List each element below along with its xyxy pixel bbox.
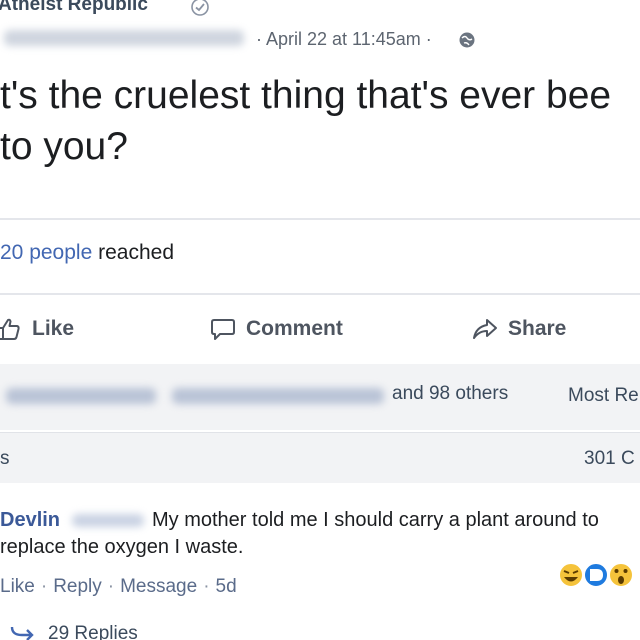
view-replies[interactable]: 29 Replies <box>0 622 138 640</box>
sort-dropdown[interactable]: Most Re <box>568 385 639 407</box>
blurred-surname <box>72 514 144 527</box>
reach-count: 20 people <box>0 241 93 264</box>
comment-author[interactable]: Devlin <box>0 509 60 532</box>
reach-label: reached <box>98 241 174 264</box>
comment-text: My mother told me I should carry a plant… <box>152 509 599 531</box>
comment-icon <box>211 319 235 340</box>
replies-label: 29 Replies <box>48 623 138 640</box>
share-icon <box>473 319 497 339</box>
blurred-names <box>6 388 156 404</box>
divider <box>0 293 640 295</box>
blurred-publisher <box>4 30 244 46</box>
reply-arrow-icon <box>10 626 34 640</box>
comment-button[interactable]: Comment <box>210 314 343 344</box>
globe-icon <box>459 32 475 48</box>
verified-icon <box>191 0 209 16</box>
separator-dot: · <box>203 576 210 597</box>
separator-dot: · <box>40 576 48 597</box>
post-card: Atheist Republic · April 22 at 11:45am ·… <box>0 0 640 640</box>
post-date[interactable]: · April 22 at 11:45am · <box>256 29 432 50</box>
comment-time[interactable]: 5d <box>216 576 237 597</box>
comment-message-link[interactable]: Message <box>120 576 197 597</box>
post-text: t's the cruelest thing that's ever bee t… <box>0 70 640 172</box>
comment-actions: Like · Reply · Message · 5d <box>0 576 237 598</box>
comment-label: Comment <box>246 317 343 340</box>
comment-count[interactable]: 301 C <box>584 448 635 470</box>
post-text-line: to you? <box>0 125 128 168</box>
share-button[interactable]: Share <box>472 314 566 344</box>
like-icon <box>0 318 20 340</box>
like-button[interactable]: Like <box>0 314 74 344</box>
page-name[interactable]: Atheist Republic <box>0 0 148 16</box>
comment-reply-link[interactable]: Reply <box>53 576 102 597</box>
reach-stat[interactable]: 20 people reached <box>0 241 174 265</box>
comments-label: s <box>0 448 10 469</box>
post-text-line: t's the cruelest thing that's ever bee <box>0 74 612 117</box>
separator-dot: · <box>107 576 115 597</box>
comment-like-link[interactable]: Like <box>0 576 35 597</box>
blurred-names <box>172 388 384 404</box>
reaction-icons[interactable] <box>554 558 640 592</box>
comment-text: replace the oxygen I waste. <box>0 536 244 558</box>
like-label: Like <box>32 317 75 340</box>
share-label: Share <box>508 317 567 340</box>
comment <box>0 484 640 640</box>
divider <box>0 218 640 220</box>
others-link[interactable]: and 98 others <box>392 383 508 405</box>
comments-header <box>0 432 640 483</box>
